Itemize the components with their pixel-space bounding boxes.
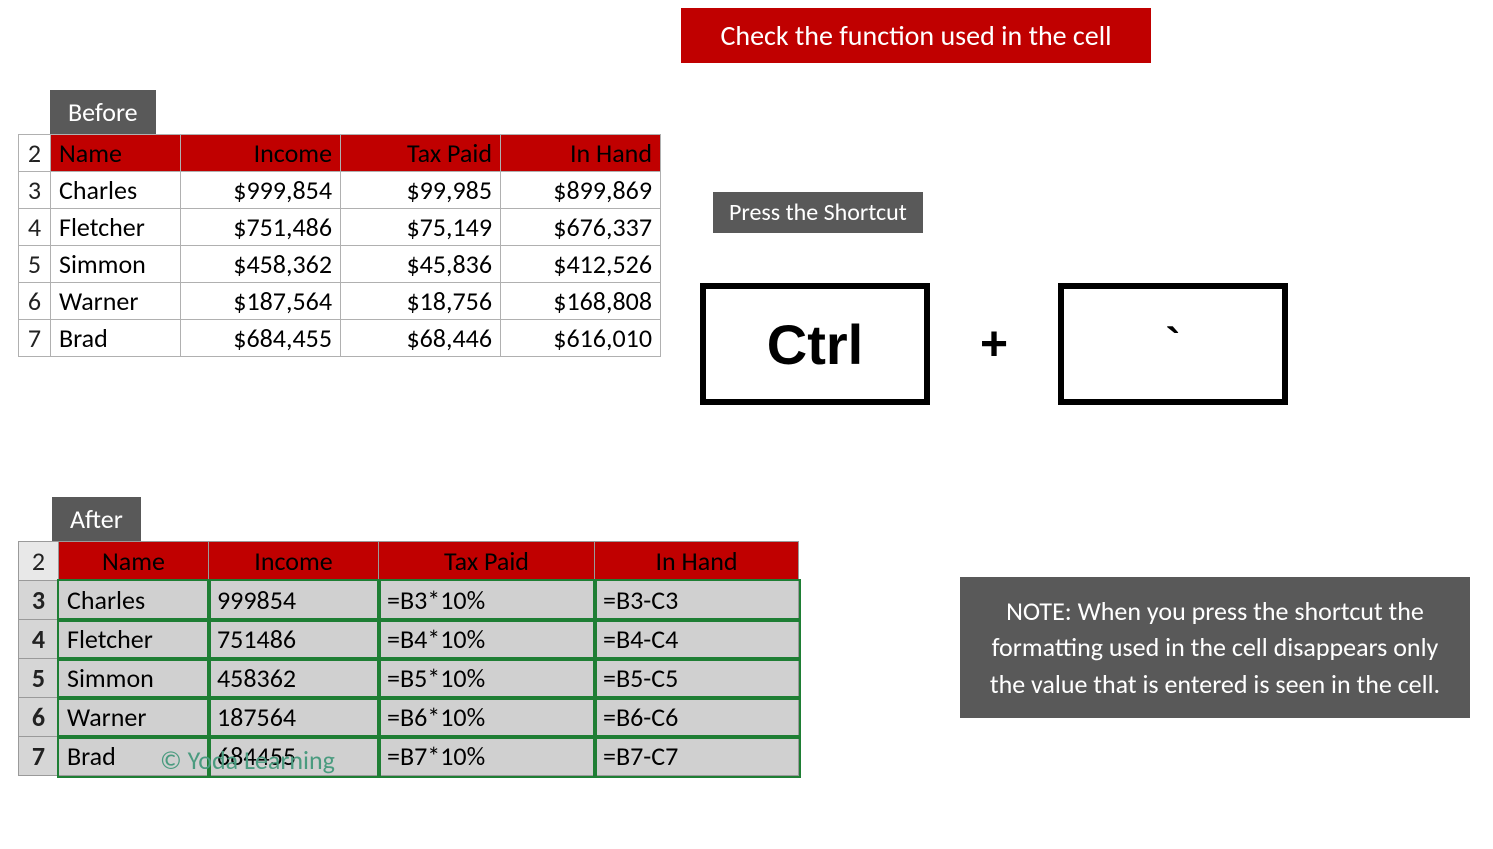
row-number[interactable]: 4	[19, 620, 59, 659]
cell-name[interactable]: Fletcher	[51, 209, 181, 246]
row-number[interactable]: 7	[19, 737, 59, 776]
cell-tax[interactable]: =B7*10%	[379, 737, 595, 776]
cell-tax[interactable]: $75,149	[341, 209, 501, 246]
shortcut-keys: Ctrl + `	[700, 283, 1288, 405]
cell-name[interactable]: Warner	[51, 283, 181, 320]
header-inhand[interactable]: In Hand	[501, 135, 661, 172]
cell-inhand[interactable]: $616,010	[501, 320, 661, 357]
header-tax[interactable]: Tax Paid	[341, 135, 501, 172]
before-table: 2 Name Income Tax Paid In Hand 3 Charles…	[18, 134, 661, 357]
row-number[interactable]: 2	[19, 542, 59, 581]
row-number[interactable]: 7	[19, 320, 51, 357]
cell-income[interactable]: $999,854	[181, 172, 341, 209]
shortcut-label: Press the Shortcut	[713, 192, 923, 233]
row-number[interactable]: 6	[19, 283, 51, 320]
cell-name[interactable]: Charles	[59, 581, 209, 620]
row-number[interactable]: 5	[19, 246, 51, 283]
cell-name[interactable]: Warner	[59, 698, 209, 737]
cell-inhand[interactable]: $676,337	[501, 209, 661, 246]
cell-tax[interactable]: $45,836	[341, 246, 501, 283]
key-backtick: `	[1058, 283, 1288, 405]
cell-tax[interactable]: =B4*10%	[379, 620, 595, 659]
cell-inhand[interactable]: =B3-C3	[595, 581, 799, 620]
cell-inhand[interactable]: =B6-C6	[595, 698, 799, 737]
row-number[interactable]: 5	[19, 659, 59, 698]
after-table: 2 Name Income Tax Paid In Hand 3 Charles…	[18, 541, 799, 776]
cell-income[interactable]: $458,362	[181, 246, 341, 283]
title-banner: Check the function used in the cell	[681, 8, 1151, 63]
header-tax[interactable]: Tax Paid	[379, 542, 595, 581]
cell-name[interactable]: Brad	[59, 737, 209, 776]
cell-income[interactable]: 751486	[209, 620, 379, 659]
cell-income[interactable]: 458362	[209, 659, 379, 698]
before-label: Before	[50, 90, 156, 134]
row-number[interactable]: 2	[19, 135, 51, 172]
cell-inhand[interactable]: $412,526	[501, 246, 661, 283]
cell-income[interactable]: 187564	[209, 698, 379, 737]
header-income[interactable]: Income	[209, 542, 379, 581]
cell-name[interactable]: Charles	[51, 172, 181, 209]
row-number[interactable]: 6	[19, 698, 59, 737]
cell-inhand[interactable]: $168,808	[501, 283, 661, 320]
row-number[interactable]: 4	[19, 209, 51, 246]
cell-name[interactable]: Brad	[51, 320, 181, 357]
cell-tax[interactable]: $18,756	[341, 283, 501, 320]
header-income[interactable]: Income	[181, 135, 341, 172]
cell-name[interactable]: Simmon	[51, 246, 181, 283]
cell-income[interactable]: 999854	[209, 581, 379, 620]
after-label: After	[52, 497, 141, 541]
cell-name[interactable]: Fletcher	[59, 620, 209, 659]
cell-income[interactable]: $751,486	[181, 209, 341, 246]
header-name[interactable]: Name	[51, 135, 181, 172]
cell-tax[interactable]: $68,446	[341, 320, 501, 357]
header-name[interactable]: Name	[59, 542, 209, 581]
row-number[interactable]: 3	[19, 172, 51, 209]
cell-tax[interactable]: =B6*10%	[379, 698, 595, 737]
cell-inhand[interactable]: =B5-C5	[595, 659, 799, 698]
header-inhand[interactable]: In Hand	[595, 542, 799, 581]
key-ctrl: Ctrl	[700, 283, 930, 405]
cell-tax[interactable]: =B5*10%	[379, 659, 595, 698]
cell-inhand[interactable]: =B7-C7	[595, 737, 799, 776]
cell-income[interactable]: $684,455	[181, 320, 341, 357]
cell-tax[interactable]: $99,985	[341, 172, 501, 209]
cell-inhand[interactable]: $899,869	[501, 172, 661, 209]
cell-name[interactable]: Simmon	[59, 659, 209, 698]
cell-inhand[interactable]: =B4-C4	[595, 620, 799, 659]
cell-income[interactable]: 684455	[209, 737, 379, 776]
key-plus-icon: +	[980, 317, 1008, 372]
cell-tax[interactable]: =B3*10%	[379, 581, 595, 620]
note-box: NOTE: When you press the shortcut the fo…	[960, 577, 1470, 718]
cell-income[interactable]: $187,564	[181, 283, 341, 320]
row-number[interactable]: 3	[19, 581, 59, 620]
